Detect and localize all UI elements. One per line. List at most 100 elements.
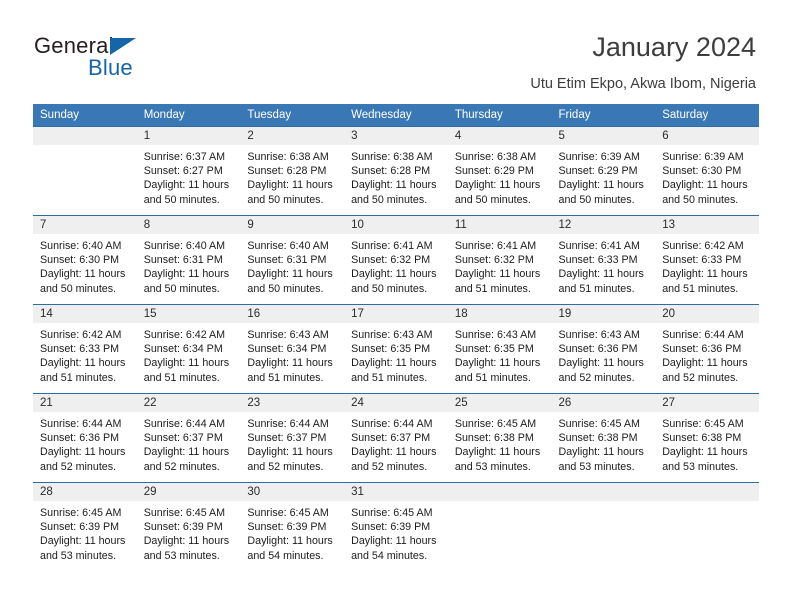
day-number: 22: [136, 394, 241, 412]
day-number: 4: [447, 127, 552, 145]
calendar-day-cell[interactable]: 14 Sunrise: 6:42 AM Sunset: 6:33 PM Dayl…: [33, 304, 137, 394]
calendar-day-cell[interactable]: 5 Sunrise: 6:39 AM Sunset: 6:29 PM Dayli…: [551, 126, 656, 216]
calendar-day-cell[interactable]: 8 Sunrise: 6:40 AM Sunset: 6:31 PM Dayli…: [136, 215, 241, 305]
daylight-text-line2: and 53 minutes.: [454, 460, 531, 473]
calendar-day-cell[interactable]: [655, 482, 759, 572]
day-number: 28: [33, 483, 137, 501]
calendar-day-cell[interactable]: [33, 126, 137, 216]
sunset-text: Sunset: 6:39 PM: [351, 521, 431, 534]
calendar-day-cell[interactable]: 21 Sunrise: 6:44 AM Sunset: 6:36 PM Dayl…: [33, 393, 137, 483]
calendar-day-cell[interactable]: 11 Sunrise: 6:41 AM Sunset: 6:32 PM Dayl…: [447, 215, 552, 305]
page-header: General Blue January 2024 Utu Etim Ekpo,…: [0, 0, 792, 100]
day-details: Sunrise: 6:42 AM Sunset: 6:33 PM Dayligh…: [33, 323, 137, 385]
calendar-day-cell[interactable]: [551, 482, 656, 572]
calendar-day-cell[interactable]: 3 Sunrise: 6:38 AM Sunset: 6:28 PM Dayli…: [344, 126, 448, 216]
daylight-text-line2: and 50 minutes.: [247, 193, 324, 206]
daylight-text-line2: and 51 minutes.: [40, 371, 117, 384]
calendar-day-cell[interactable]: 23 Sunrise: 6:44 AM Sunset: 6:37 PM Dayl…: [240, 393, 345, 483]
weekday-header-sunday: Sunday: [33, 104, 137, 127]
sunrise-text: Sunrise: 6:45 AM: [143, 507, 226, 519]
daylight-text-line2: and 52 minutes.: [558, 371, 635, 384]
calendar-grid: Sunday Monday Tuesday Wednesday Thursday…: [33, 104, 759, 572]
calendar-day-cell[interactable]: 2 Sunrise: 6:38 AM Sunset: 6:28 PM Dayli…: [240, 126, 345, 216]
calendar-week-row: 7 Sunrise: 6:40 AM Sunset: 6:30 PM Dayli…: [33, 215, 759, 305]
calendar-day-cell[interactable]: 22 Sunrise: 6:44 AM Sunset: 6:37 PM Dayl…: [136, 393, 241, 483]
daylight-text-line2: and 52 minutes.: [351, 460, 428, 473]
day-details: Sunrise: 6:40 AM Sunset: 6:31 PM Dayligh…: [137, 234, 241, 296]
daylight-text-line2: and 51 minutes.: [351, 371, 428, 384]
daylight-text-line2: and 51 minutes.: [247, 371, 324, 384]
daylight-text-line1: Daylight: 11 hours: [351, 535, 437, 548]
day-number: [655, 483, 759, 501]
day-details: Sunrise: 6:45 AM Sunset: 6:39 PM Dayligh…: [240, 501, 344, 563]
calendar-day-cell[interactable]: 10 Sunrise: 6:41 AM Sunset: 6:32 PM Dayl…: [344, 215, 448, 305]
weekday-header-wednesday: Wednesday: [344, 104, 448, 127]
daylight-text-line2: and 51 minutes.: [454, 282, 531, 295]
daylight-text-line1: Daylight: 11 hours: [662, 446, 748, 459]
day-details: Sunrise: 6:42 AM Sunset: 6:34 PM Dayligh…: [137, 323, 241, 385]
day-number: 13: [655, 216, 759, 234]
day-details: Sunrise: 6:44 AM Sunset: 6:37 PM Dayligh…: [344, 412, 448, 474]
calendar-day-cell[interactable]: 13 Sunrise: 6:42 AM Sunset: 6:33 PM Dayl…: [655, 215, 759, 305]
day-details: Sunrise: 6:45 AM Sunset: 6:39 PM Dayligh…: [344, 501, 448, 563]
calendar-day-cell[interactable]: 31 Sunrise: 6:45 AM Sunset: 6:39 PM Dayl…: [344, 482, 448, 572]
sunrise-text: Sunrise: 6:44 AM: [351, 418, 433, 430]
daylight-text-line1: Daylight: 11 hours: [558, 446, 644, 459]
sunset-text: Sunset: 6:37 PM: [351, 432, 431, 445]
calendar-day-cell[interactable]: 19 Sunrise: 6:43 AM Sunset: 6:36 PM Dayl…: [551, 304, 656, 394]
calendar-day-cell[interactable]: 15 Sunrise: 6:42 AM Sunset: 6:34 PM Dayl…: [136, 304, 241, 394]
sunrise-text: Sunrise: 6:44 AM: [40, 418, 122, 430]
calendar-day-cell[interactable]: 27 Sunrise: 6:45 AM Sunset: 6:38 PM Dayl…: [655, 393, 759, 483]
day-number: 24: [344, 394, 448, 412]
calendar-day-cell[interactable]: 17 Sunrise: 6:43 AM Sunset: 6:35 PM Dayl…: [344, 304, 448, 394]
day-number: 14: [33, 305, 137, 323]
calendar-day-cell[interactable]: 24 Sunrise: 6:44 AM Sunset: 6:37 PM Dayl…: [344, 393, 448, 483]
calendar-day-cell[interactable]: 1 Sunrise: 6:37 AM Sunset: 6:27 PM Dayli…: [136, 126, 241, 216]
sunset-text: Sunset: 6:38 PM: [558, 432, 638, 445]
daylight-text-line1: Daylight: 11 hours: [662, 357, 748, 370]
daylight-text-line2: and 50 minutes.: [558, 193, 635, 206]
calendar-day-cell[interactable]: 20 Sunrise: 6:44 AM Sunset: 6:36 PM Dayl…: [655, 304, 759, 394]
day-number: 17: [344, 305, 448, 323]
calendar-day-cell[interactable]: 30 Sunrise: 6:45 AM Sunset: 6:39 PM Dayl…: [240, 482, 345, 572]
daylight-text-line2: and 50 minutes.: [247, 282, 324, 295]
day-number: 12: [551, 216, 656, 234]
sunset-text: Sunset: 6:36 PM: [40, 432, 120, 445]
daylight-text-line1: Daylight: 11 hours: [454, 357, 541, 370]
calendar-day-cell[interactable]: 6 Sunrise: 6:39 AM Sunset: 6:30 PM Dayli…: [655, 126, 759, 216]
calendar-week-row: 28 Sunrise: 6:45 AM Sunset: 6:39 PM Dayl…: [33, 482, 759, 572]
calendar-day-cell[interactable]: 28 Sunrise: 6:45 AM Sunset: 6:39 PM Dayl…: [33, 482, 137, 572]
calendar-day-cell[interactable]: 29 Sunrise: 6:45 AM Sunset: 6:39 PM Dayl…: [136, 482, 241, 572]
weekday-header-monday: Monday: [136, 104, 241, 127]
daylight-text-line2: and 50 minutes.: [454, 193, 531, 206]
calendar-day-cell[interactable]: 26 Sunrise: 6:45 AM Sunset: 6:38 PM Dayl…: [551, 393, 656, 483]
daylight-text-line1: Daylight: 11 hours: [143, 446, 230, 459]
daylight-text-line2: and 53 minutes.: [143, 549, 220, 562]
calendar-day-cell[interactable]: [447, 482, 552, 572]
daylight-text-line1: Daylight: 11 hours: [40, 268, 126, 281]
daylight-text-line1: Daylight: 11 hours: [351, 268, 437, 281]
day-details: Sunrise: 6:39 AM Sunset: 6:30 PM Dayligh…: [655, 145, 759, 207]
daylight-text-line2: and 52 minutes.: [247, 460, 324, 473]
sunrise-text: Sunrise: 6:41 AM: [558, 240, 640, 252]
daylight-text-line2: and 51 minutes.: [558, 282, 635, 295]
calendar-day-cell[interactable]: 4 Sunrise: 6:38 AM Sunset: 6:29 PM Dayli…: [447, 126, 552, 216]
sunrise-text: Sunrise: 6:41 AM: [454, 240, 537, 252]
daylight-text-line2: and 52 minutes.: [40, 460, 117, 473]
calendar-day-cell[interactable]: 25 Sunrise: 6:45 AM Sunset: 6:38 PM Dayl…: [447, 393, 552, 483]
general-blue-logo[interactable]: General Blue: [34, 34, 264, 84]
sunset-text: Sunset: 6:33 PM: [558, 254, 638, 267]
calendar-day-cell[interactable]: 16 Sunrise: 6:43 AM Sunset: 6:34 PM Dayl…: [240, 304, 345, 394]
daylight-text-line2: and 52 minutes.: [662, 371, 739, 384]
day-details: Sunrise: 6:45 AM Sunset: 6:38 PM Dayligh…: [552, 412, 656, 474]
calendar-day-cell[interactable]: 12 Sunrise: 6:41 AM Sunset: 6:33 PM Dayl…: [551, 215, 656, 305]
calendar-day-cell[interactable]: 18 Sunrise: 6:43 AM Sunset: 6:35 PM Dayl…: [447, 304, 552, 394]
sunrise-text: Sunrise: 6:45 AM: [662, 418, 744, 430]
weekday-header-saturday: Saturday: [655, 104, 759, 127]
calendar-day-cell[interactable]: 9 Sunrise: 6:40 AM Sunset: 6:31 PM Dayli…: [240, 215, 345, 305]
day-details: Sunrise: 6:44 AM Sunset: 6:36 PM Dayligh…: [655, 323, 759, 385]
daylight-text-line2: and 50 minutes.: [143, 193, 220, 206]
calendar-day-cell[interactable]: 7 Sunrise: 6:40 AM Sunset: 6:30 PM Dayli…: [33, 215, 137, 305]
calendar-header-row: Sunday Monday Tuesday Wednesday Thursday…: [33, 104, 759, 127]
daylight-text-line2: and 50 minutes.: [351, 193, 428, 206]
